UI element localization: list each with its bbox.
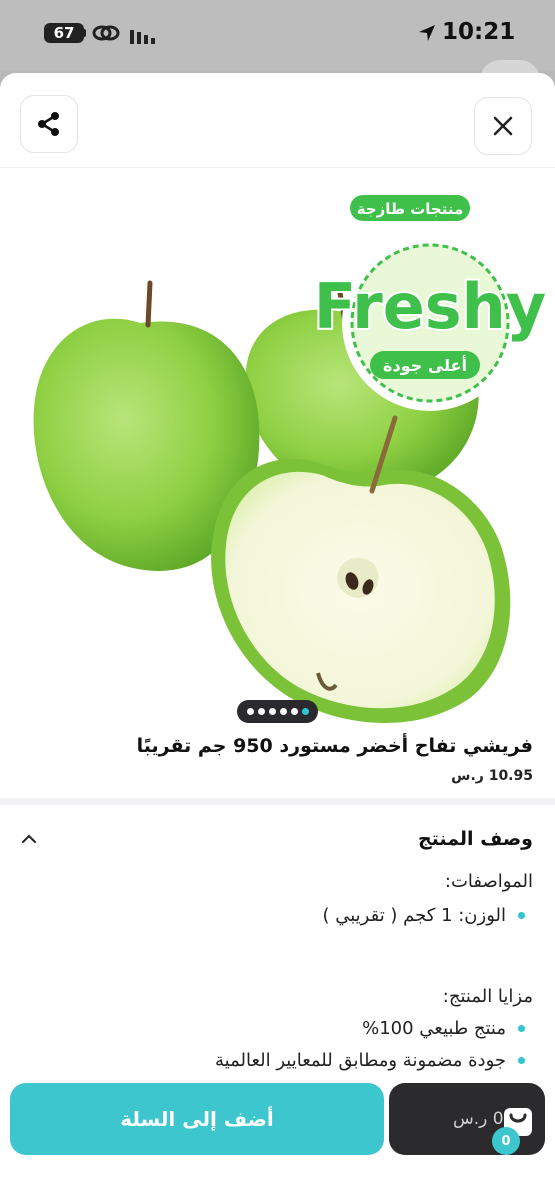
- cart-currency: ر.س: [453, 1109, 488, 1129]
- bullet-dot: [518, 1057, 525, 1064]
- cart-count-badge: 0: [492, 1127, 520, 1155]
- logo-bottom-text: أعلى جودة: [383, 355, 467, 375]
- pager-dot[interactable]: [268, 708, 276, 715]
- location-arrow-icon: [419, 25, 435, 41]
- bottom-action-bar: أضف إلى السلة 0 ر.س 0: [0, 1073, 555, 1200]
- pager-dot-active[interactable]: [301, 708, 309, 715]
- share-button[interactable]: [20, 95, 78, 153]
- spec-item-text: الوزن: 1 كجم ( تقريبي ): [322, 905, 506, 926]
- specs-heading: المواصفات:: [444, 871, 533, 892]
- add-to-cart-button[interactable]: أضف إلى السلة: [10, 1083, 384, 1155]
- section-divider: [0, 798, 555, 805]
- currency-symbol: ر.س: [451, 768, 484, 784]
- cart-total: 0 ر.س: [453, 1109, 504, 1129]
- price-value: 10.95: [488, 768, 533, 784]
- bullet-dot: [518, 912, 525, 919]
- description-title[interactable]: وصف المنتج: [418, 828, 533, 850]
- battery-level: 67: [53, 24, 75, 42]
- feature-item: جودة مضمونة ومطابق للمعايير العالمية: [215, 1050, 525, 1071]
- product-image[interactable]: منتجات طازجة Freshy أعلى جودة: [0, 173, 555, 773]
- share-icon: [38, 112, 59, 136]
- product-sheet: منتجات طازجة Freshy أعلى جودة فريشي تفاح…: [0, 73, 555, 1200]
- feature-item: منتج طبيعي 100%: [362, 1018, 525, 1039]
- bullet-dot: [518, 1025, 525, 1032]
- product-title: فريشي تفاح أخضر مستورد 950 جم تقريبًا: [136, 735, 533, 757]
- pager-dot[interactable]: [246, 708, 254, 715]
- signal-icon: [130, 30, 155, 44]
- link-icon: [92, 25, 120, 41]
- chevron-up-icon[interactable]: [20, 830, 38, 848]
- close-button[interactable]: [474, 97, 532, 155]
- pager-dot[interactable]: [279, 708, 287, 715]
- battery-indicator: 67: [44, 23, 86, 43]
- logo-name: Freshy: [314, 270, 546, 343]
- features-heading: مزايا المنتج:: [442, 986, 533, 1007]
- spec-item: الوزن: 1 كجم ( تقريبي ): [322, 905, 525, 926]
- image-pager[interactable]: [237, 700, 318, 723]
- pager-dot[interactable]: [257, 708, 265, 715]
- close-icon: [493, 116, 513, 136]
- product-price: 10.95 ر.س: [451, 768, 533, 784]
- clock: 10:21: [442, 19, 516, 45]
- feature-item-text: جودة مضمونة ومطابق للمعايير العالمية: [215, 1050, 506, 1071]
- header-divider: [0, 167, 555, 168]
- logo-top-text: منتجات طازجة: [357, 200, 464, 218]
- status-bar: 67 10:21: [0, 0, 555, 70]
- cart-button[interactable]: 0 ر.س 0: [389, 1083, 545, 1155]
- pager-dot[interactable]: [290, 708, 298, 715]
- feature-item-text: منتج طبيعي 100%: [362, 1018, 506, 1039]
